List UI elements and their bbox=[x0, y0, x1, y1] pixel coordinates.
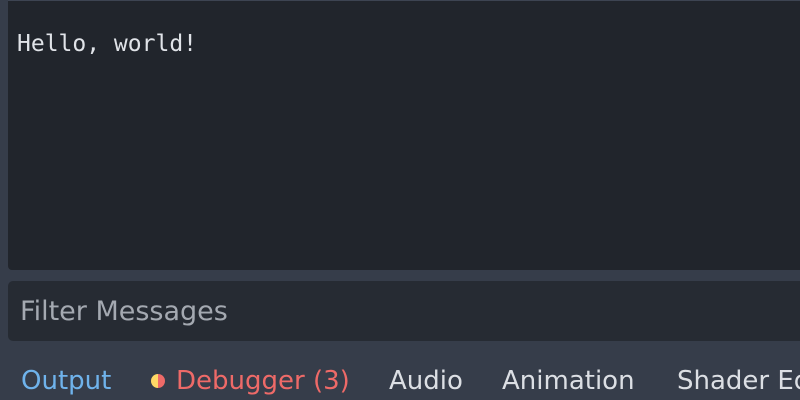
tab-debugger[interactable]: Debugger (3) bbox=[176, 362, 350, 400]
half-warning-half-error-icon bbox=[151, 374, 165, 388]
output-log[interactable]: Hello, world! bbox=[8, 0, 800, 270]
tab-audio[interactable]: Audio bbox=[389, 362, 463, 400]
output-message: Hello, world! bbox=[17, 31, 198, 57]
tab-animation[interactable]: Animation bbox=[502, 362, 635, 400]
editor-bottom-panel: Hello, world! Output Debugger (3) Audio … bbox=[0, 0, 800, 400]
tab-output[interactable]: Output bbox=[21, 362, 111, 400]
bottom-panel-tabs: Output Debugger (3) Audio Animation Shad… bbox=[0, 350, 800, 400]
filter-messages-input[interactable] bbox=[8, 281, 800, 341]
tab-shader-editor[interactable]: Shader Editor bbox=[677, 362, 800, 400]
filter-bar bbox=[8, 281, 800, 341]
